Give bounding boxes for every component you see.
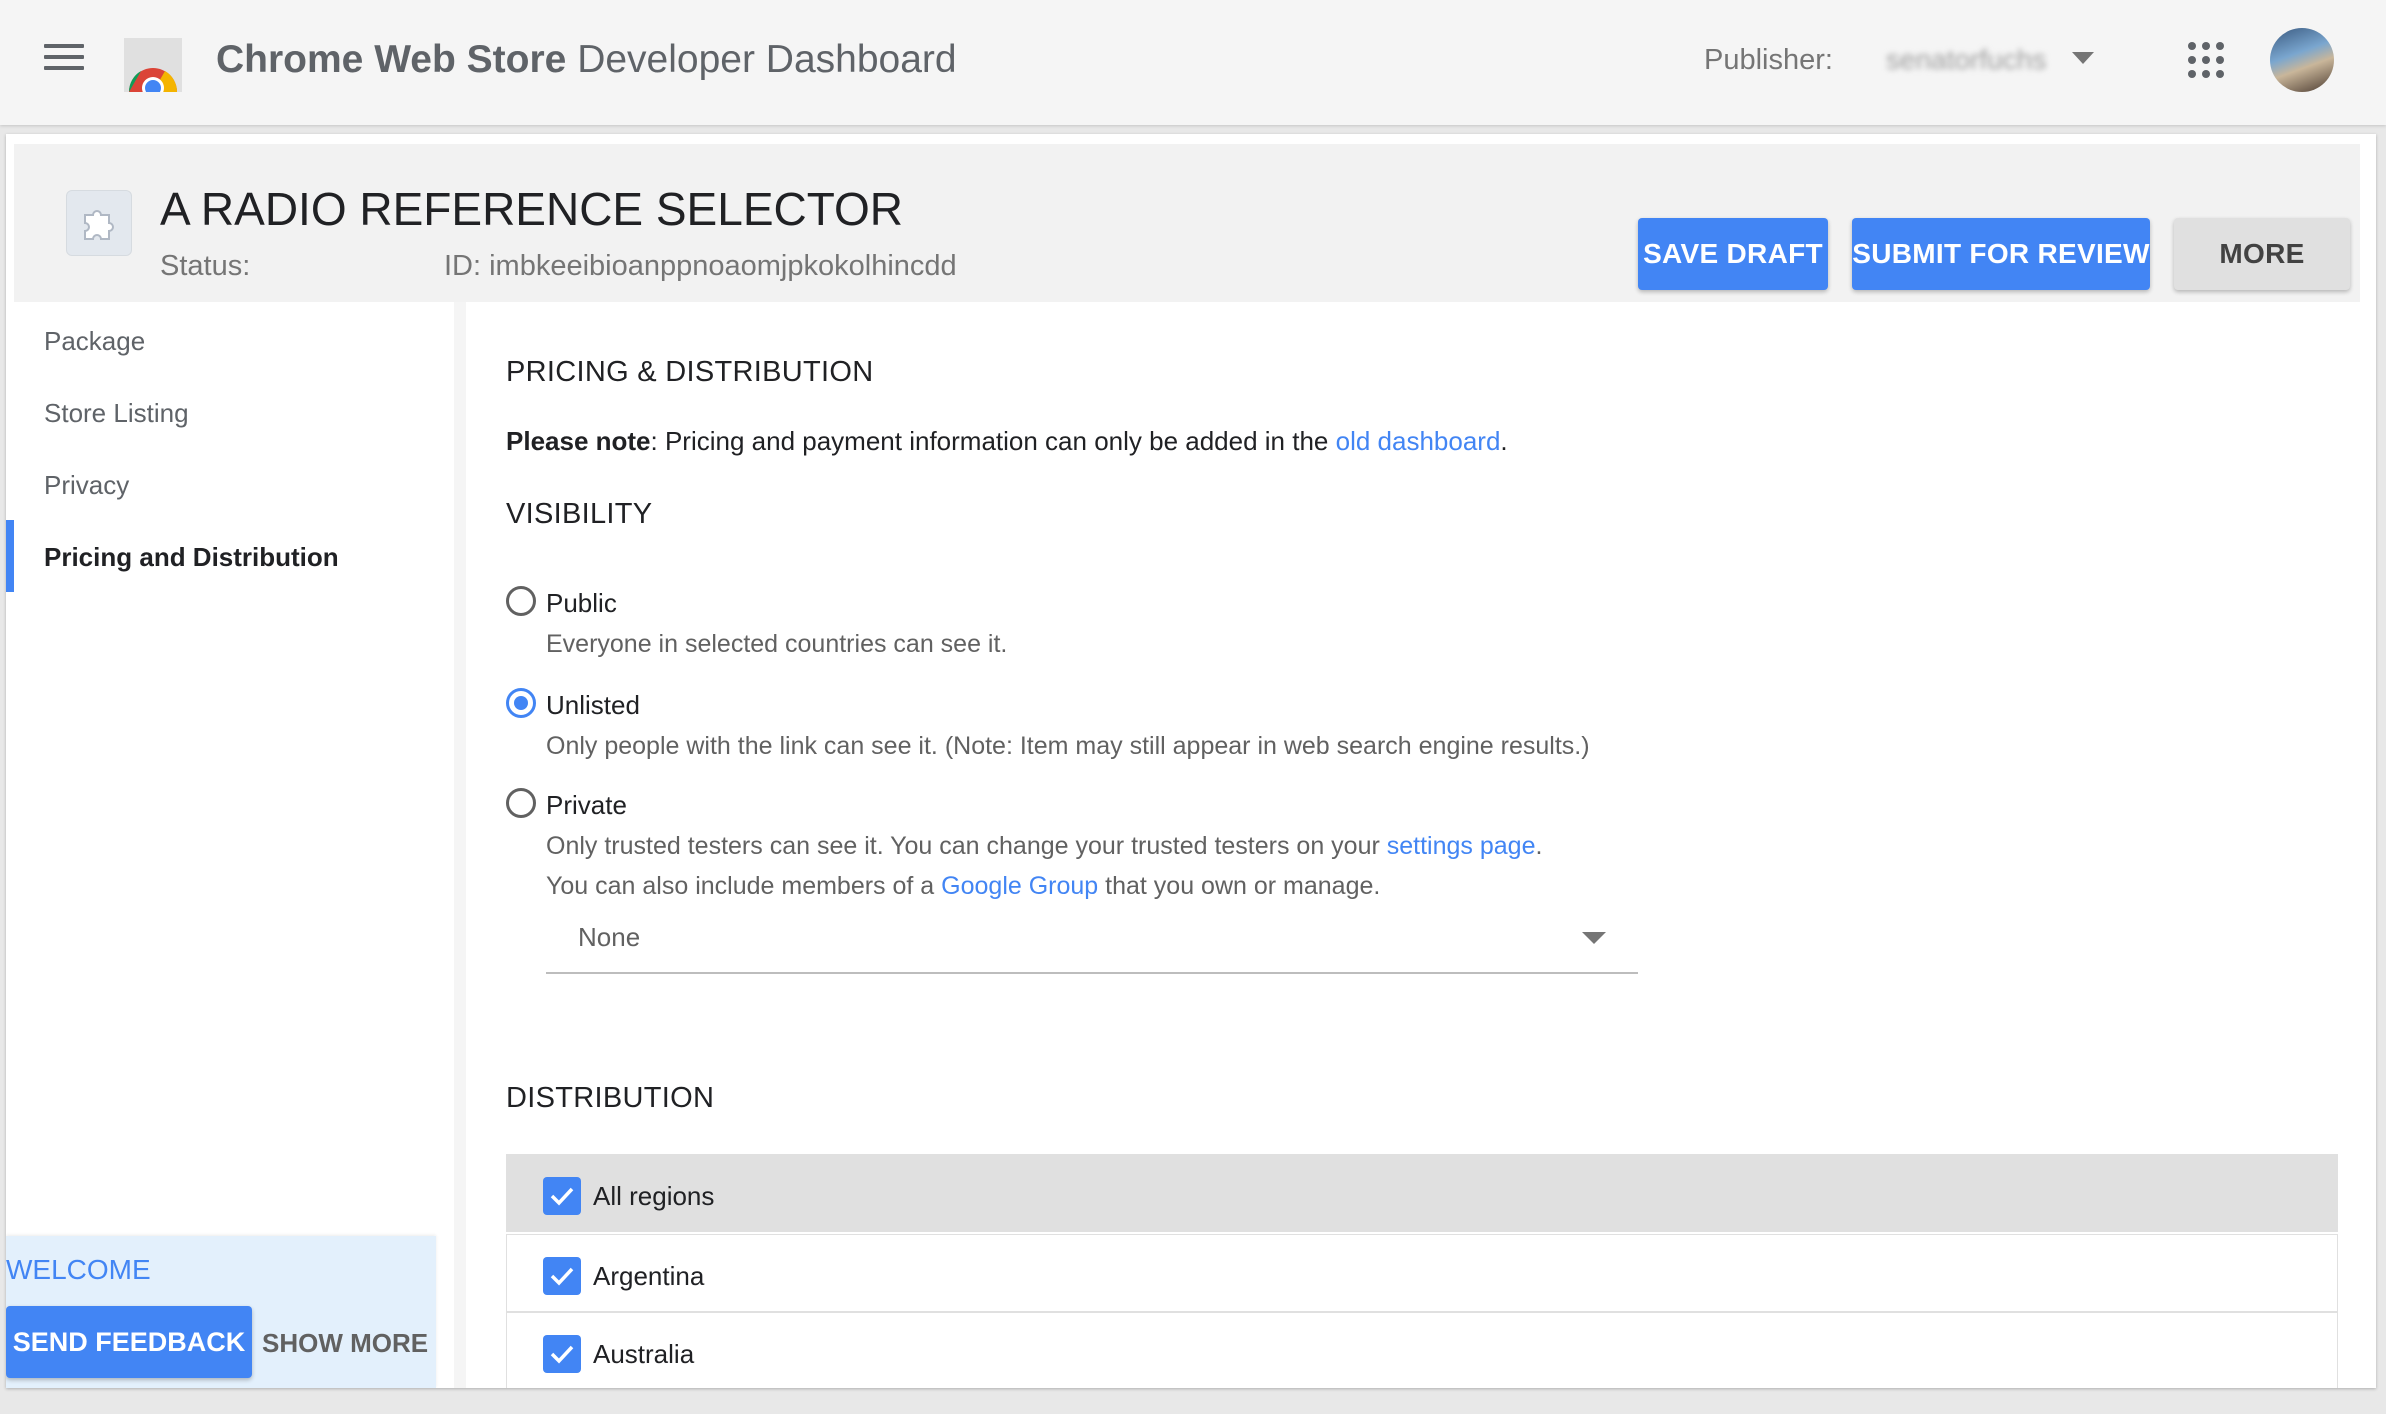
status-label: Status: (160, 250, 251, 282)
sidebar-item-label: Package (44, 326, 146, 356)
radio-private-description-line2: You can also include members of a Google… (546, 872, 1380, 901)
distribution-table: All regions Argentina Australia (506, 1154, 2338, 1388)
save-draft-button[interactable]: SAVE DRAFT (1638, 218, 1828, 290)
private-desc1: Only trusted testers can see it. You can… (546, 832, 1387, 860)
sidebar: Package Store Listing Privacy Pricing an… (6, 302, 454, 1388)
dropdown-caret-icon (1582, 932, 1606, 944)
private-desc2-end: that you own or manage. (1098, 872, 1381, 900)
item-header: A RADIO REFERENCE SELECTOR Status:. ID: … (14, 144, 2360, 302)
note-text: : Pricing and payment information can on… (650, 426, 1336, 456)
radio-private[interactable] (506, 788, 536, 818)
section-title-pricing: PRICING & DISTRIBUTION (506, 356, 874, 388)
send-feedback-button[interactable]: SEND FEEDBACK (6, 1306, 252, 1378)
google-group-select-value: None (578, 922, 641, 952)
publisher-label: Publisher: (1704, 44, 1833, 76)
distribution-row-label: All regions (593, 1181, 715, 1211)
item-id: ID: imbkeeibioanppnoaomjpkokolhincdd (444, 250, 957, 282)
avatar[interactable] (2270, 28, 2334, 92)
note-end: . (1500, 426, 1508, 456)
item-status: Status:. (160, 250, 380, 283)
sidebar-item-package[interactable]: Package (6, 310, 454, 370)
apps-grid-icon[interactable] (2188, 42, 2224, 78)
private-desc2: You can also include members of a (546, 872, 942, 900)
chrome-web-store-logo[interactable] (124, 38, 182, 92)
radio-unlisted-label[interactable]: Unlisted (546, 690, 640, 721)
note-bold: Please note (506, 426, 651, 456)
radio-public[interactable] (506, 586, 536, 616)
puzzle-icon (66, 190, 132, 256)
chevron-down-icon[interactable] (2072, 52, 2094, 64)
top-app-bar: Chrome Web Store Developer Dashboard Pub… (0, 0, 2386, 125)
status-value-redacted: . (250, 250, 380, 283)
google-group-link[interactable]: Google Group (941, 872, 1098, 900)
distribution-row-label: Australia (593, 1339, 695, 1369)
private-desc1-end: . (1535, 832, 1543, 860)
sidebar-item-privacy[interactable]: Privacy (6, 454, 454, 514)
radio-public-description: Everyone in selected countries can see i… (546, 630, 1008, 658)
sidebar-item-store-listing[interactable]: Store Listing (6, 382, 454, 442)
distribution-row-argentina[interactable]: Argentina (506, 1234, 2338, 1312)
section-title-visibility: VISIBILITY (506, 498, 653, 530)
submit-for-review-button[interactable]: SUBMIT FOR REVIEW (1852, 218, 2150, 290)
sidebar-item-label: Store Listing (44, 398, 189, 428)
more-button[interactable]: MORE (2174, 218, 2350, 290)
checkmark-icon (550, 1267, 574, 1286)
pricing-note: Please note: Pricing and payment informa… (506, 426, 1508, 457)
distribution-row-label: Argentina (593, 1261, 705, 1291)
show-more-button[interactable]: SHOW MORE (262, 1328, 428, 1359)
old-dashboard-link[interactable]: old dashboard (1336, 426, 1501, 456)
radio-public-label[interactable]: Public (546, 588, 617, 619)
app-title-bold: Chrome Web Store (216, 38, 567, 81)
radio-unlisted[interactable] (506, 688, 536, 718)
all-regions-checkbox[interactable] (543, 1177, 581, 1215)
checkmark-icon (550, 1187, 574, 1206)
sidebar-divider (454, 302, 466, 1388)
welcome-title: WELCOME (6, 1254, 151, 1285)
argentina-checkbox[interactable] (543, 1257, 581, 1295)
radio-private-description-line1: Only trusted testers can see it. You can… (546, 832, 1542, 861)
australia-checkbox[interactable] (543, 1335, 581, 1373)
app-title-rest: Developer Dashboard (577, 38, 957, 81)
publisher-value[interactable]: senatorfuchs (1886, 44, 2056, 76)
menu-icon[interactable] (44, 44, 84, 74)
main-card: A RADIO REFERENCE SELECTOR Status:. ID: … (6, 134, 2376, 1388)
pricing-distribution-panel: PRICING & DISTRIBUTION Please note: Pric… (466, 302, 2376, 1388)
checkmark-icon (550, 1345, 574, 1364)
distribution-row-all-regions[interactable]: All regions (506, 1154, 2338, 1232)
welcome-panel: WELCOME SEND FEEDBACK SHOW MORE (6, 1236, 436, 1388)
settings-page-link[interactable]: settings page (1387, 832, 1536, 860)
app-title[interactable]: Chrome Web Store Developer Dashboard (216, 38, 957, 82)
item-title: A RADIO REFERENCE SELECTOR (160, 183, 903, 235)
radio-private-label[interactable]: Private (546, 790, 627, 821)
sidebar-item-label: Privacy (44, 470, 130, 500)
radio-unlisted-description: Only people with the link can see it. (N… (546, 732, 1590, 760)
sidebar-item-label: Pricing and Distribution (44, 542, 339, 572)
section-title-distribution: DISTRIBUTION (506, 1082, 715, 1114)
distribution-row-australia[interactable]: Australia (506, 1312, 2338, 1388)
sidebar-item-pricing-distribution[interactable]: Pricing and Distribution (6, 520, 454, 592)
google-group-select[interactable]: None (546, 900, 1638, 974)
